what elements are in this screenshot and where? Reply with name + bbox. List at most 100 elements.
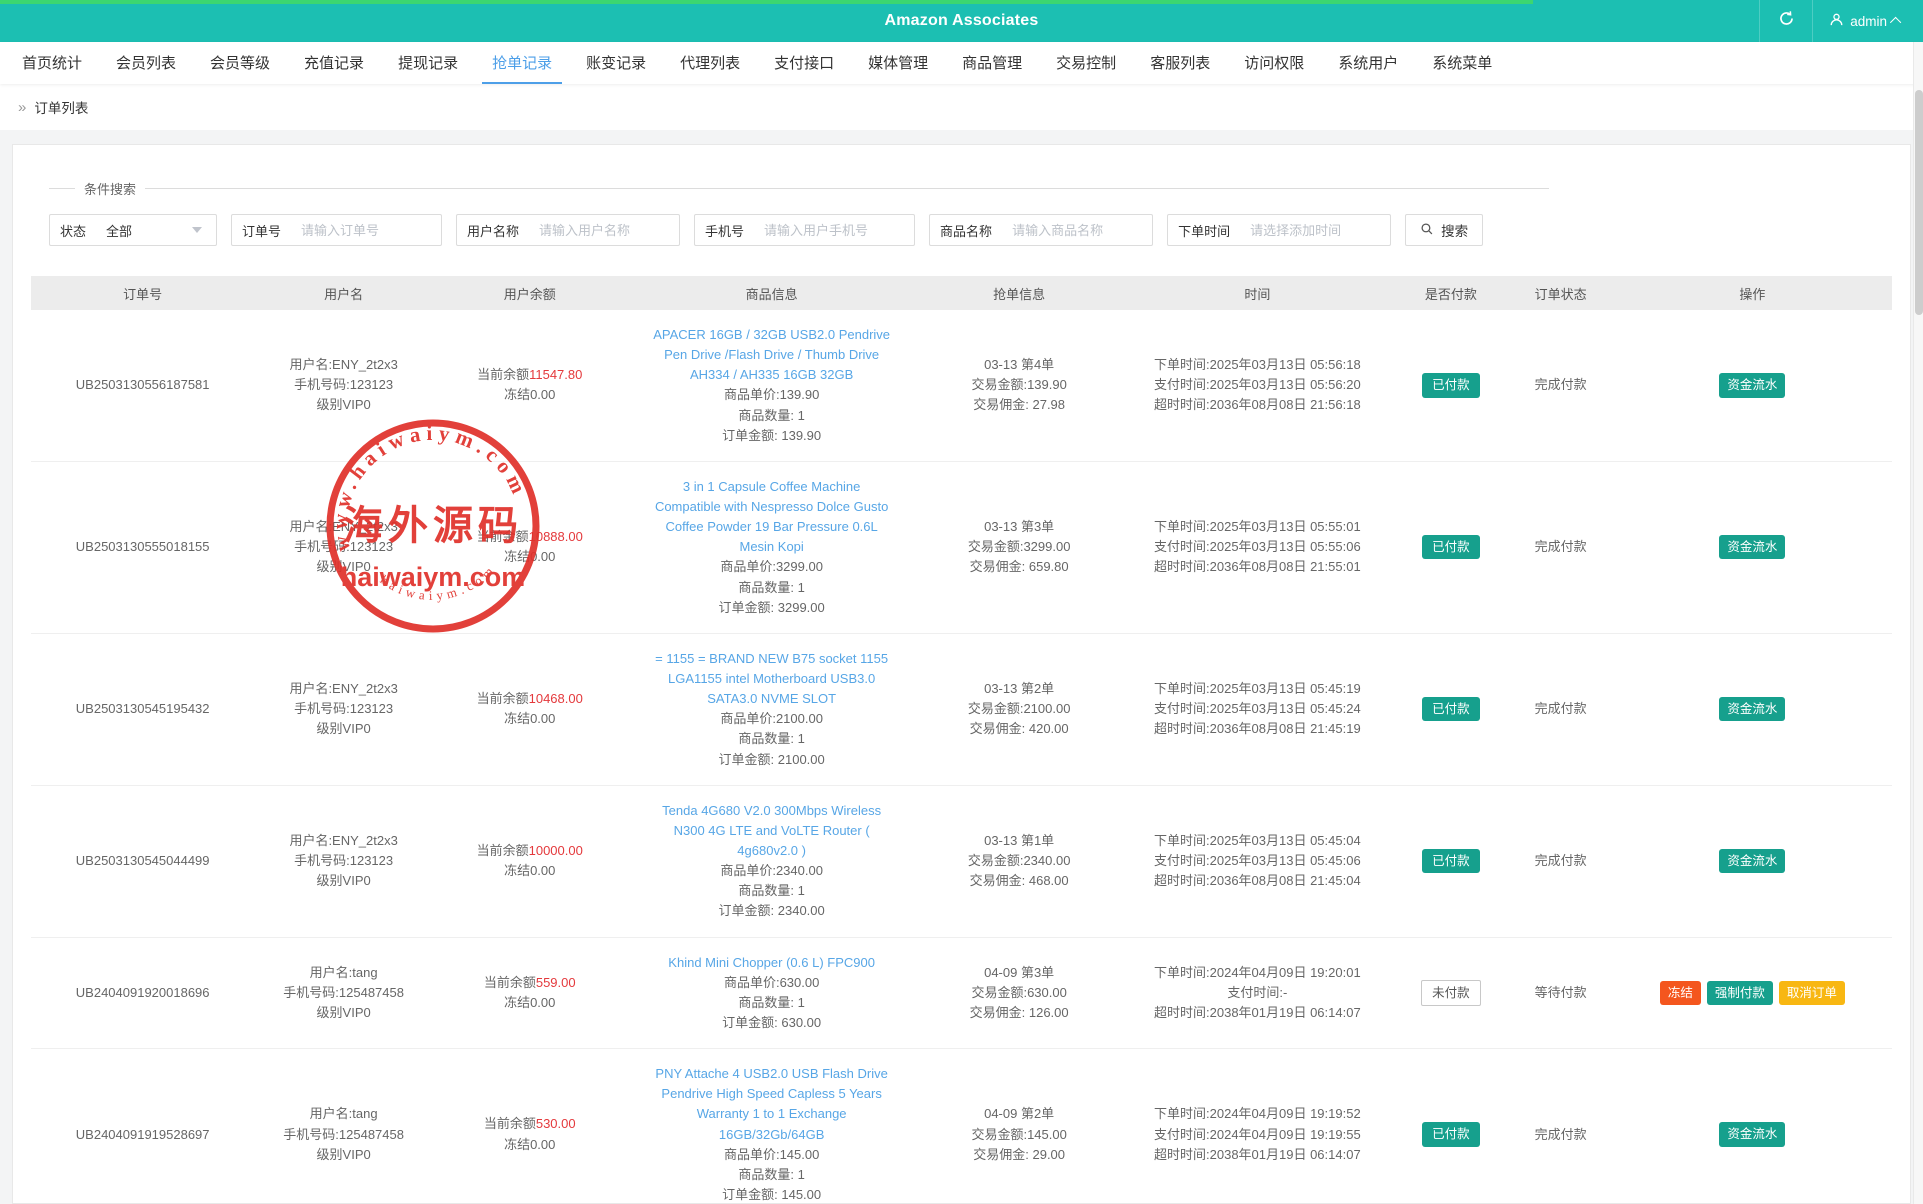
- username-group: 用户名称: [456, 214, 680, 246]
- product-qty: 商品数量: 1: [632, 729, 910, 749]
- product-price: 商品单价:3299.00: [632, 557, 910, 577]
- order-status: 完成付款: [1535, 701, 1587, 716]
- nav-tab[interactable]: 提现记录: [388, 42, 468, 84]
- nav-tab[interactable]: 系统用户: [1328, 42, 1408, 84]
- breadcrumb-label: 订单列表: [34, 97, 88, 117]
- grab-sequence: 03-13 第4单: [923, 355, 1116, 375]
- nav-tab[interactable]: 商品管理: [952, 42, 1032, 84]
- paid-badge: 已付款: [1422, 1122, 1480, 1146]
- order-no-label: 订单号: [232, 221, 291, 240]
- order-status: 完成付款: [1535, 539, 1587, 554]
- grab-sequence: 03-13 第1单: [923, 831, 1116, 851]
- product-qty: 商品数量: 1: [632, 881, 910, 901]
- action-button[interactable]: 取消订单: [1779, 981, 1845, 1005]
- action-button[interactable]: 资金流水: [1719, 373, 1785, 397]
- main-area: 条件搜索 状态 全部 订单号 用户名称 手机号 商品名称: [0, 130, 1923, 1204]
- action-button[interactable]: 资金流水: [1719, 849, 1785, 873]
- search-button[interactable]: 搜索: [1405, 214, 1483, 246]
- nav-tab[interactable]: 交易控制: [1046, 42, 1126, 84]
- nav-tab[interactable]: 账变记录: [576, 42, 656, 84]
- action-button[interactable]: 资金流水: [1719, 535, 1785, 559]
- product-link[interactable]: PNY Attache 4 USB2.0 USB Flash Drive Pen…: [652, 1064, 892, 1145]
- nav-tab[interactable]: 充值记录: [294, 42, 374, 84]
- col-header: 用户名: [254, 276, 433, 310]
- phone-input[interactable]: [754, 216, 914, 244]
- user-icon: [1829, 12, 1844, 30]
- order-time-group: 下单时间: [1167, 214, 1391, 246]
- actions-cell: 资金流水: [1613, 310, 1892, 461]
- nav-tab[interactable]: 访问权限: [1234, 42, 1314, 84]
- action-button[interactable]: 资金流水: [1719, 1122, 1785, 1146]
- product-link[interactable]: Khind Mini Chopper (0.6 L) FPC900: [652, 953, 892, 973]
- product-name-label: 商品名称: [930, 221, 1002, 240]
- nav-tab[interactable]: 客服列表: [1140, 42, 1220, 84]
- order-status: 完成付款: [1535, 853, 1587, 868]
- user-phone: 手机号码:123123: [260, 537, 427, 557]
- balance-amount: 559.00: [536, 975, 576, 990]
- phone-group: 手机号: [694, 214, 915, 246]
- order-time-input[interactable]: [1240, 216, 1390, 244]
- balance-amount: 530.00: [536, 1116, 576, 1131]
- frozen-line: 冻结0.00: [439, 709, 621, 729]
- product-link[interactable]: Tenda 4G680 V2.0 300Mbps Wireless N300 4…: [652, 801, 892, 861]
- grab-amount: 交易金额:145.00: [923, 1125, 1116, 1145]
- progress-bar: [0, 0, 1533, 4]
- order-status: 等待付款: [1535, 985, 1587, 1000]
- col-header: 用户余额: [433, 276, 627, 310]
- nav-tab[interactable]: 支付接口: [764, 42, 844, 84]
- search-icon: [1420, 222, 1434, 239]
- user-phone: 手机号码:125487458: [260, 983, 427, 1003]
- balance-line: 当前余额10468.00: [439, 689, 621, 709]
- grab-commission: 交易佣金: 420.00: [923, 719, 1116, 739]
- nav-tab[interactable]: 抢单记录: [482, 42, 562, 84]
- order-no-input[interactable]: [291, 216, 441, 244]
- time-expire: 超时时间:2036年08月08日 21:56:18: [1128, 395, 1388, 415]
- user-name: 用户名:ENY_2t2x3: [260, 517, 427, 537]
- nav-tab[interactable]: 代理列表: [670, 42, 750, 84]
- nav-tab[interactable]: 媒体管理: [858, 42, 938, 84]
- status-select[interactable]: 状态 全部: [49, 214, 217, 246]
- balance-line: 当前余额530.00: [439, 1114, 621, 1134]
- time-expire: 超时时间:2038年01月19日 06:14:07: [1128, 1003, 1388, 1023]
- admin-menu[interactable]: admin: [1813, 0, 1911, 42]
- product-price: 商品单价:139.90: [632, 385, 910, 405]
- time-expire: 超时时间:2038年01月19日 06:14:07: [1128, 1145, 1388, 1165]
- action-button[interactable]: 冻结: [1660, 981, 1701, 1005]
- user-name: 用户名:ENY_2t2x3: [260, 831, 427, 851]
- scrollbar-thumb[interactable]: [1915, 90, 1923, 315]
- product-link[interactable]: 3 in 1 Capsule Coffee Machine Compatible…: [652, 477, 892, 558]
- nav-tab[interactable]: 会员列表: [106, 42, 186, 84]
- product-price: 商品单价:2340.00: [632, 861, 910, 881]
- grab-amount: 交易金额:2340.00: [923, 851, 1116, 871]
- user-phone: 手机号码:123123: [260, 851, 427, 871]
- status-value: 全部: [96, 221, 192, 240]
- product-price: 商品单价:2100.00: [632, 709, 910, 729]
- grab-commission: 交易佣金: 29.00: [923, 1145, 1116, 1165]
- grab-sequence: 04-09 第2单: [923, 1104, 1116, 1124]
- table-header-row: 订单号 用户名 用户余额 商品信息 抢单信息 时间 是否付款 订单状态 操作: [31, 276, 1892, 310]
- action-button[interactable]: 资金流水: [1719, 697, 1785, 721]
- order-amount: 订单金额: 3299.00: [632, 598, 910, 618]
- page-scrollbar[interactable]: [1913, 42, 1923, 1204]
- nav-tab[interactable]: 会员等级: [200, 42, 280, 84]
- nav-tab[interactable]: 首页统计: [12, 42, 92, 84]
- action-button[interactable]: 强制付款: [1707, 981, 1773, 1005]
- grab-amount: 交易金额:3299.00: [923, 537, 1116, 557]
- refresh-button[interactable]: [1760, 0, 1812, 42]
- order-amount: 订单金额: 2340.00: [632, 901, 910, 921]
- time-paid: 支付时间:2025年03月13日 05:45:06: [1128, 851, 1388, 871]
- username-input[interactable]: [529, 216, 679, 244]
- search-legend: 条件搜索: [49, 179, 1549, 198]
- nav-tab[interactable]: 系统菜单: [1422, 42, 1502, 84]
- time-ordered: 下单时间:2025年03月13日 05:45:19: [1128, 679, 1388, 699]
- product-link[interactable]: APACER 16GB / 32GB USB2.0 Pendrive Pen D…: [652, 325, 892, 385]
- user-phone: 手机号码:123123: [260, 375, 427, 395]
- product-price: 商品单价:145.00: [632, 1145, 910, 1165]
- time-expire: 超时时间:2036年08月08日 21:55:01: [1128, 557, 1388, 577]
- paid-badge: 已付款: [1422, 849, 1480, 873]
- product-name-input[interactable]: [1002, 216, 1152, 244]
- balance-amount: 10000.00: [529, 843, 583, 858]
- product-link[interactable]: = 1155 = BRAND NEW B75 socket 1155 LGA11…: [652, 649, 892, 709]
- paid-badge: 已付款: [1422, 373, 1480, 397]
- actions-cell: 资金流水: [1613, 785, 1892, 937]
